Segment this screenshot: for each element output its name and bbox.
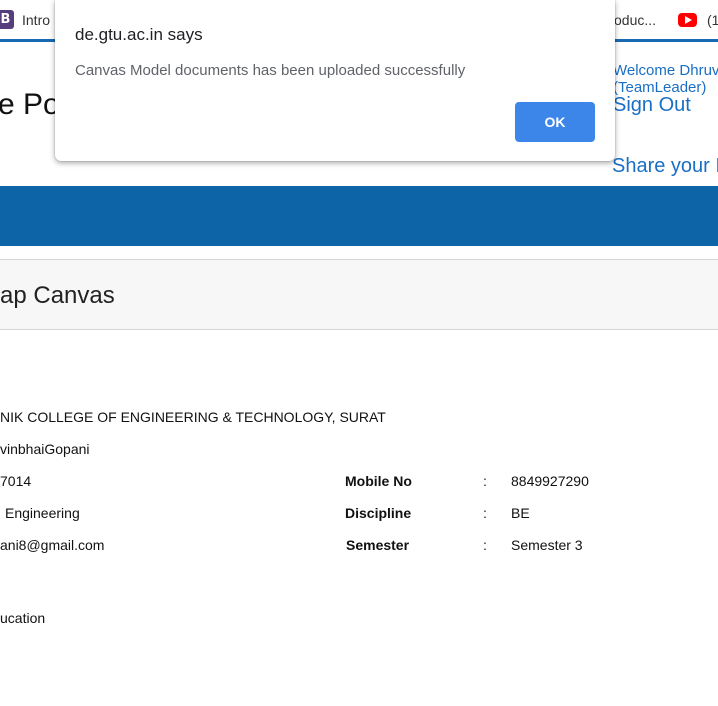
sign-out-link[interactable]: Sign Out xyxy=(613,94,691,117)
semester-label: Semester xyxy=(346,537,410,553)
bookmark-youtube-label[interactable]: (1 xyxy=(707,12,718,28)
email-address: ani8@gmail.com xyxy=(0,537,105,553)
mobile-value: 8849927290 xyxy=(511,473,589,489)
section-header: ap Canvas xyxy=(0,259,718,330)
education-label: ucation xyxy=(0,610,46,626)
discipline-separator: : xyxy=(483,505,487,521)
semester-value: Semester 3 xyxy=(511,537,583,553)
mobile-separator: : xyxy=(483,473,487,489)
discipline-label: Discipline xyxy=(345,505,412,521)
enrollment-number: 7014 xyxy=(0,473,32,489)
student-name: vinbhaiGopani xyxy=(0,441,90,457)
dialog-title: de.gtu.ac.in says xyxy=(75,25,203,44)
bootstrap-b-icon[interactable]: B xyxy=(0,10,14,29)
ok-button[interactable]: OK xyxy=(515,102,595,142)
portal-title: e Po xyxy=(0,88,60,121)
section-title: ap Canvas xyxy=(0,282,115,309)
youtube-icon[interactable] xyxy=(678,13,697,27)
mobile-label: Mobile No xyxy=(345,473,412,489)
dialog-message: Canvas Model documents has been uploaded… xyxy=(75,62,466,79)
share-link[interactable]: Share your I xyxy=(612,155,718,178)
branch-name: Engineering xyxy=(5,505,80,521)
welcome-text: Welcome Dhruv (TeamLeader) xyxy=(613,62,718,96)
nav-band xyxy=(0,186,718,246)
welcome-user: Welcome Dhruv xyxy=(613,62,718,79)
semester-separator: : xyxy=(483,537,487,553)
bookmark-intro-label[interactable]: Intro xyxy=(22,12,50,28)
bookmark-product-label[interactable]: oduc... xyxy=(614,12,656,28)
college-name: NIK COLLEGE OF ENGINEERING & TECHNOLOGY,… xyxy=(0,409,386,425)
alert-dialog: de.gtu.ac.in says Canvas Model documents… xyxy=(55,0,615,161)
discipline-value: BE xyxy=(511,505,530,521)
